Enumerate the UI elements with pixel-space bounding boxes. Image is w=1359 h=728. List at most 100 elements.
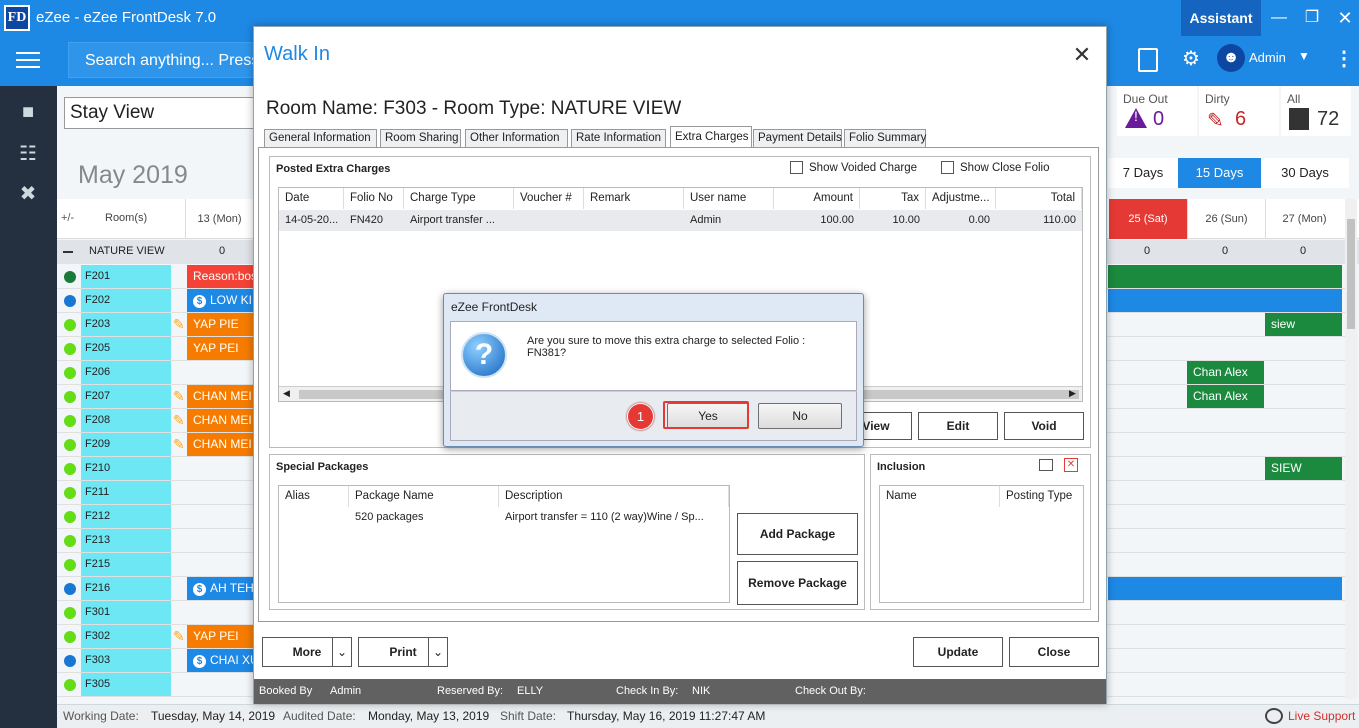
edit-list-icon[interactable] <box>1039 459 1053 471</box>
room-name[interactable]: F302 <box>81 625 171 648</box>
tab-general-information[interactable]: General Information <box>264 129 377 148</box>
search-input[interactable]: Search anything... Press <box>68 42 268 78</box>
minimize-icon[interactable]: — <box>1264 6 1294 30</box>
tab-extra-charges[interactable]: Extra Charges <box>670 126 752 148</box>
room-name[interactable]: F211 <box>81 481 171 504</box>
view-select[interactable]: Stay View <box>64 97 264 129</box>
booking-bar[interactable] <box>1108 265 1342 288</box>
stat-due-out[interactable]: Due Out ! 0 <box>1117 86 1197 136</box>
column-header[interactable]: Folio No <box>344 188 404 209</box>
close-icon[interactable]: ✕ <box>1070 43 1094 67</box>
booking-bar[interactable]: SIEW <box>1265 457 1342 480</box>
range-7-days[interactable]: 7 Days <box>1108 158 1178 188</box>
room-name[interactable]: F205 <box>81 337 171 360</box>
no-button[interactable]: No <box>758 403 842 429</box>
chevron-down-icon[interactable]: ⌄ <box>428 637 448 667</box>
booking-bar[interactable] <box>1108 289 1342 312</box>
headset-icon[interactable] <box>1265 708 1283 724</box>
room-name[interactable]: F212 <box>81 505 171 528</box>
more-vertical-icon[interactable]: ⋮ <box>1334 46 1354 71</box>
room-name[interactable]: F201 <box>81 265 171 288</box>
tab-room-sharing[interactable]: Room Sharing <box>380 129 461 148</box>
inclusion-table[interactable]: Name Posting Type <box>879 485 1084 603</box>
column-header[interactable]: Adjustme... <box>926 188 996 209</box>
booking-bar[interactable]: YAP PEI <box>187 625 253 648</box>
booking-bar[interactable]: Chan Alex <box>1187 361 1264 384</box>
stat-dirty[interactable]: Dirty ✎ 6 <box>1199 86 1279 136</box>
room-name[interactable]: F210 <box>81 457 171 480</box>
booking-bar[interactable]: Chan Alex <box>1187 385 1264 408</box>
table-cell: 0.00 <box>968 214 990 226</box>
room-status-icon <box>64 463 76 475</box>
live-support-link[interactable]: Live Support <box>1288 705 1355 727</box>
clipboard-icon[interactable]: ☷ <box>14 140 42 168</box>
column-header[interactable]: Remark <box>584 188 684 209</box>
bed-icon[interactable]: ■ <box>14 98 42 126</box>
booking-bar[interactable]: CHAN MEI <box>187 385 253 408</box>
room-name[interactable]: F215 <box>81 553 171 576</box>
avatar[interactable]: ☻ <box>1217 44 1245 72</box>
close-window-icon[interactable]: ✕ <box>1330 6 1359 30</box>
column-header[interactable]: User name <box>684 188 774 209</box>
room-name[interactable]: F213 <box>81 529 171 552</box>
booking-bar[interactable]: $ CHAI XU <box>187 649 253 672</box>
maximize-icon[interactable]: ❐ <box>1297 6 1327 30</box>
room-name[interactable]: F209 <box>81 433 171 456</box>
menu-icon[interactable] <box>16 52 40 70</box>
tab-payment-details[interactable]: Payment Details <box>753 129 842 148</box>
chevron-down-icon[interactable]: ▼ <box>1298 49 1310 63</box>
user-name[interactable]: Admin <box>1249 50 1286 65</box>
show-close-folio-checkbox[interactable] <box>941 161 954 174</box>
room-name[interactable]: F303 <box>81 649 171 672</box>
booking-bar[interactable]: YAP PEI <box>187 337 253 360</box>
booking-bar[interactable]: siew <box>1265 313 1342 336</box>
chevron-down-icon[interactable]: ⌄ <box>332 637 352 667</box>
tab-folio-summary[interactable]: Folio Summary <box>844 129 926 148</box>
close-button[interactable]: Close <box>1009 637 1099 667</box>
housekeeping-icon[interactable]: ⚙ <box>1182 46 1200 71</box>
room-name[interactable]: F202 <box>81 289 171 312</box>
room-name[interactable]: F206 <box>81 361 171 384</box>
range-30-days[interactable]: 30 Days <box>1261 158 1349 188</box>
column-header[interactable]: Date <box>279 188 344 209</box>
booking-bar[interactable] <box>1108 577 1342 600</box>
booking-bar[interactable]: $ AH TEH <box>187 577 253 600</box>
room-name[interactable]: F305 <box>81 673 171 696</box>
void-button[interactable]: Void <box>1004 412 1084 440</box>
booking-bar[interactable]: Reason:bos <box>187 265 253 288</box>
update-button[interactable]: Update <box>913 637 1003 667</box>
table-row[interactable]: 14-05-20... FN420 Airport transfer ... Admi… <box>279 210 1082 231</box>
delete-icon[interactable]: ✕ <box>1064 458 1078 472</box>
room-name[interactable]: F301 <box>81 601 171 624</box>
column-header[interactable]: Charge Type <box>404 188 514 209</box>
booking-bar[interactable]: CHAN MEI <box>187 433 253 456</box>
group-title: Posted Extra Charges <box>276 163 391 175</box>
booking-bar[interactable]: CHAN MEI <box>187 409 253 432</box>
report-icon[interactable] <box>1138 48 1158 72</box>
room-name[interactable]: F208 <box>81 409 171 432</box>
column-header[interactable]: Amount <box>774 188 860 209</box>
booking-bar[interactable]: YAP PIE <box>187 313 253 336</box>
room-name[interactable]: F203 <box>81 313 171 336</box>
stat-all[interactable]: All 72 <box>1281 86 1351 136</box>
dollar-icon: $ <box>193 583 206 596</box>
show-voided-checkbox[interactable] <box>790 161 803 174</box>
tools-icon[interactable]: ✖ <box>14 180 42 208</box>
collapse-icon[interactable] <box>63 251 73 253</box>
remove-package-button[interactable]: Remove Package <box>737 561 858 605</box>
tab-rate-information[interactable]: Rate Information <box>571 129 666 148</box>
room-name[interactable]: F207 <box>81 385 171 408</box>
booking-bar[interactable]: $ LOW KI <box>187 289 253 312</box>
tab-other-information[interactable]: Other Information <box>465 129 568 148</box>
edit-button[interactable]: Edit <box>918 412 998 440</box>
range-15-days[interactable]: 15 Days <box>1178 158 1261 188</box>
column-header[interactable]: Tax <box>860 188 926 209</box>
packages-table[interactable]: Alias Package Name Description 520 packa… <box>278 485 730 603</box>
column-header[interactable]: Total <box>996 188 1082 209</box>
assistant-button[interactable]: Assistant <box>1181 0 1261 36</box>
scrollbar[interactable] <box>1345 199 1357 699</box>
room-name[interactable]: F216 <box>81 577 171 600</box>
status-bar: Working Date: Tuesday, May 14, 2019 Audi… <box>57 704 1359 728</box>
column-header[interactable]: Voucher # <box>514 188 584 209</box>
add-package-button[interactable]: Add Package <box>737 513 858 555</box>
